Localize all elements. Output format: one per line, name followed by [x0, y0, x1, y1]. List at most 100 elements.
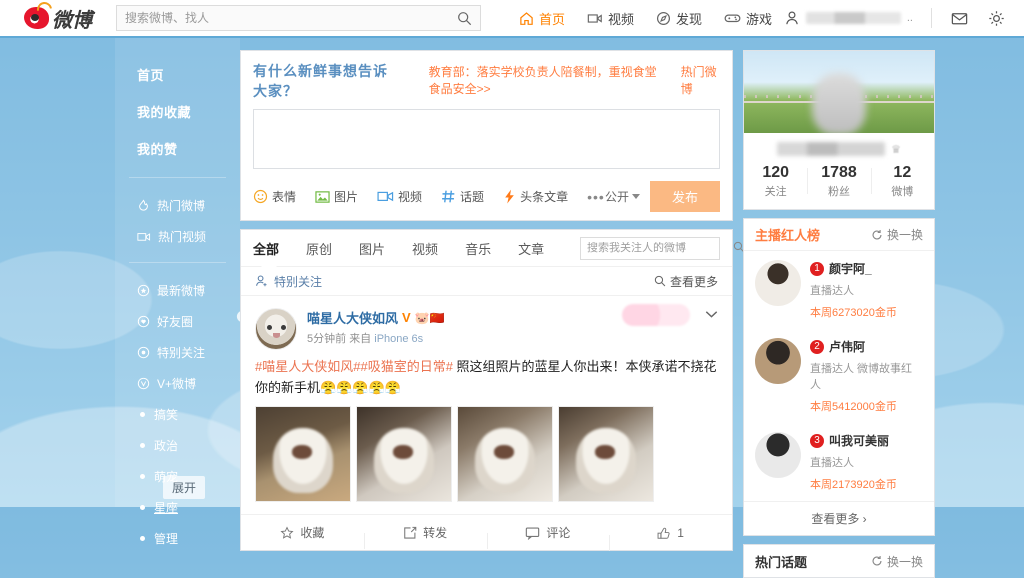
nav-item-home[interactable]: 首页 [519, 9, 565, 28]
sidebar-item-friends-circle[interactable]: 好友圈 [115, 306, 240, 337]
video-button[interactable]: 视频 [377, 188, 422, 205]
sidebar-item-latest-weibo[interactable]: 最新微博 [115, 275, 240, 306]
post-author-name[interactable]: 喵星人大侠如风 [307, 308, 398, 327]
search-input[interactable] [125, 11, 457, 25]
post-source[interactable]: iPhone 6s [374, 333, 423, 345]
rank-refresh-label: 换一换 [886, 228, 923, 242]
rank-info: 1 颜宇阿_ 直播达人 本周6273020金币 [810, 260, 923, 320]
special-follow-row: 特别关注 查看更多 [241, 266, 732, 296]
tab-original[interactable]: 原创 [306, 239, 332, 258]
sidebar-item-politics[interactable]: 政治 [115, 430, 240, 461]
sidebar-divider-2 [129, 262, 226, 263]
sidebar-item-funny[interactable]: 搞笑 [115, 399, 240, 430]
rank-name[interactable]: 颜宇阿_ [829, 260, 872, 277]
rank-see-more-button[interactable]: 查看更多 › [744, 501, 934, 535]
rank-avatar[interactable] [755, 260, 801, 306]
active-tab-arrow [261, 266, 277, 274]
target-circle-icon [137, 346, 150, 359]
expand-button[interactable]: 展开 [163, 476, 206, 499]
special-follow-label-group[interactable]: 特别关注 [255, 273, 322, 290]
sidebar-item-special-follow[interactable]: 特别关注 [115, 337, 240, 368]
stat-label: 关注 [764, 186, 787, 198]
rank-item[interactable]: 3 叫我可美丽 直播达人 本周2173920金币 [744, 423, 934, 501]
post-image-2[interactable] [356, 406, 452, 502]
post-hashtags[interactable]: #喵星人大侠如风##吸猫室的日常# [255, 359, 453, 374]
stat-following[interactable]: 120 关注 [744, 164, 807, 199]
topics-refresh-button[interactable]: 换一换 [871, 553, 923, 570]
more-tools-button[interactable]: ••• [587, 189, 605, 205]
rank-tag: 直播达人 [810, 457, 854, 469]
headline-article-button[interactable]: 头条文章 [503, 188, 568, 205]
post-image-4[interactable] [558, 406, 654, 502]
tab-all[interactable]: 全部 [253, 239, 279, 258]
image-button[interactable]: 图片 [315, 188, 358, 205]
compose-header: 有什么新鲜事想告诉大家？ 教育部：落实学校负责人陪餐制，重视食堂食品安全>> 热… [253, 61, 720, 101]
sidebar-item-v-weibo[interactable]: V+微博 [115, 368, 240, 399]
feed-post: 喵星人大侠如风 V 🐷🇨🇳 5分钟前 来自 iPhone 6s #喵星人大侠如风… [241, 296, 732, 514]
sidebar-item-favorites[interactable]: 我的收藏 [115, 93, 240, 130]
rank-item[interactable]: 1 颜宇阿_ 直播达人 本周6273020金币 [744, 251, 934, 329]
rank-avatar[interactable] [755, 432, 801, 478]
topic-button[interactable]: 话题 [441, 188, 484, 205]
compose-right-group: 公开 发布 [605, 181, 720, 212]
privacy-selector[interactable]: 公开 [605, 188, 640, 205]
sidebar-item-hot-weibo[interactable]: 热门微博 [115, 190, 240, 221]
tab-music[interactable]: 音乐 [465, 239, 491, 258]
see-more-button[interactable]: 查看更多 [654, 273, 718, 290]
rank-name-row: 2 卢伟阿 [810, 338, 923, 355]
emoji-button[interactable]: 表情 [253, 188, 296, 205]
rank-name[interactable]: 叫我可美丽 [829, 432, 889, 449]
post-image-1[interactable] [255, 406, 351, 502]
repost-button[interactable]: 转发 [363, 524, 487, 549]
profile-card: ♛ 120 关注 1788 粉丝 12 微博 [743, 50, 935, 210]
like-button[interactable]: 1 [609, 526, 732, 551]
stat-followers[interactable]: 1788 粉丝 [807, 164, 870, 199]
feed-card: 全部 原创 图片 视频 音乐 文章 搜索我关注人的微博 特别关注 查看更多 喵星… [240, 229, 757, 551]
gear-icon[interactable] [987, 9, 1006, 28]
profile-avatar-blurred[interactable] [812, 73, 866, 133]
mail-icon[interactable] [950, 9, 969, 28]
compose-card: 有什么新鲜事想告诉大家？ 教育部：落实学校负责人陪餐制，重视食堂食品安全>> 热… [240, 50, 733, 221]
nav-item-game[interactable]: 游戏 [724, 9, 772, 28]
compose-news-link[interactable]: 教育部：落实学校负责人陪餐制，重视食堂食品安全>> [429, 63, 667, 97]
profile-name-blurred[interactable] [777, 142, 886, 156]
nav-item-discover[interactable]: 发现 [656, 9, 702, 28]
main-nav: 首页 视频 发现 游戏 [519, 9, 772, 28]
comment-button[interactable]: 评论 [486, 524, 610, 549]
publish-button[interactable]: 发布 [649, 181, 720, 212]
global-search-box[interactable] [116, 5, 481, 31]
feed-search-input[interactable] [587, 242, 729, 254]
sidebar-item-manage[interactable]: 管理 [115, 523, 240, 554]
sidebar-item-hot-video[interactable]: 热门视频 [115, 221, 240, 252]
feed-search-box[interactable] [580, 236, 757, 260]
post-image-3[interactable] [457, 406, 553, 502]
compose-hot-link[interactable]: 热门微博 [681, 63, 720, 97]
compose-title: 有什么新鲜事想告诉大家？ [253, 63, 388, 99]
tab-video[interactable]: 视频 [412, 239, 438, 258]
rank-item[interactable]: 2 卢伟阿 直播达人 微博故事红人 本周5412000金币 [744, 329, 934, 423]
crown-icon: ♛ [891, 143, 901, 156]
nav-label-discover: 发现 [676, 11, 703, 27]
compass-icon [657, 11, 671, 25]
favorite-label: 收藏 [300, 526, 325, 540]
tab-image[interactable]: 图片 [359, 239, 385, 258]
rank-refresh-button[interactable]: 换一换 [871, 226, 923, 243]
dot-icon [140, 412, 145, 417]
chevron-down-icon[interactable] [705, 308, 718, 322]
stat-weibo-count[interactable]: 12 微博 [870, 164, 934, 199]
rank-name[interactable]: 卢伟阿 [829, 338, 865, 355]
user-menu[interactable]: .. [784, 10, 913, 26]
sidebar-item-home[interactable]: 首页 [115, 56, 240, 93]
sidebar-item-label: 我的收藏 [137, 105, 192, 120]
nav-item-video[interactable]: 视频 [587, 9, 634, 28]
sidebar-item-likes[interactable]: 我的赞 [115, 130, 240, 167]
weibo-logo[interactable]: 微博 [24, 4, 92, 33]
rank-avatar[interactable] [755, 338, 801, 384]
tab-article[interactable]: 文章 [518, 239, 544, 258]
rank-card-title: 主播红人榜 [755, 228, 821, 243]
compose-textarea[interactable] [253, 109, 720, 169]
search-icon[interactable] [457, 11, 472, 26]
topics-refresh-label: 换一换 [886, 554, 923, 569]
favorite-button[interactable]: 收藏 [241, 524, 364, 541]
avatar[interactable] [255, 308, 297, 350]
